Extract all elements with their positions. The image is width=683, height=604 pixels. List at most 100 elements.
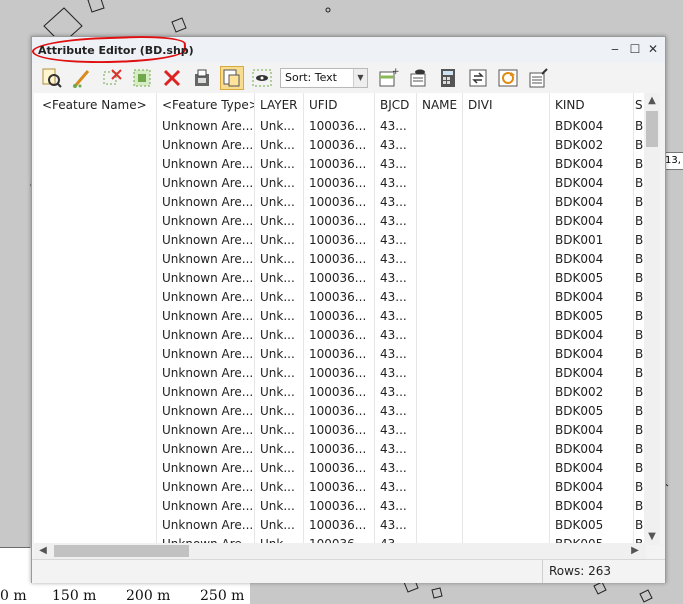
cell-feature-type[interactable]: Unknown Are...: [156, 402, 254, 421]
column-header-feature-name[interactable]: <Feature Name>: [36, 93, 156, 117]
cell-bjcd[interactable]: 43...: [374, 402, 416, 421]
cell-name[interactable]: [416, 516, 462, 535]
cell-layer[interactable]: Unk...: [254, 516, 303, 535]
cell-feature-type[interactable]: Unknown Are...: [156, 516, 254, 535]
cell-bjcd[interactable]: 43...: [374, 497, 416, 516]
cell-ufid[interactable]: 100036...: [303, 440, 374, 459]
table-row[interactable]: Unknown Are... Unk... 100036... 43... BDK004…: [34, 155, 660, 174]
cell-ufid[interactable]: 100036...: [303, 269, 374, 288]
cell-feature-name[interactable]: [36, 440, 156, 459]
cell-feature-type[interactable]: Unknown Are...: [156, 421, 254, 440]
cell-bjcd[interactable]: 43...: [374, 250, 416, 269]
cell-layer[interactable]: Unk...: [254, 193, 303, 212]
cell-divi[interactable]: [462, 288, 549, 307]
table-row[interactable]: Unknown Are... Unk... 100036... 43... BDK005…: [34, 516, 660, 535]
cell-ufid[interactable]: 100036...: [303, 364, 374, 383]
cell-kind[interactable]: BDK004: [549, 459, 633, 478]
table-row[interactable]: Unknown Are... Unk... 100036... 43... BDK002…: [34, 383, 660, 402]
cell-ufid[interactable]: 100036...: [303, 155, 374, 174]
scroll-down-icon[interactable]: ▼: [645, 529, 659, 545]
cell-kind[interactable]: BDK002: [549, 383, 633, 402]
cell-feature-type[interactable]: Unknown Are...: [156, 269, 254, 288]
column-header-name[interactable]: NAME: [416, 93, 462, 117]
cell-feature-name[interactable]: [36, 307, 156, 326]
table-row[interactable]: Unknown Are... Unk... 100036... 43... BDK004…: [34, 326, 660, 345]
column-header-kind[interactable]: KIND: [549, 93, 633, 117]
cell-feature-type[interactable]: Unknown Are...: [156, 212, 254, 231]
cell-name[interactable]: [416, 459, 462, 478]
cell-name[interactable]: [416, 440, 462, 459]
cell-layer[interactable]: Unk...: [254, 288, 303, 307]
cell-bjcd[interactable]: 43...: [374, 231, 416, 250]
cell-feature-type[interactable]: Unknown Are...: [156, 307, 254, 326]
cell-feature-type[interactable]: Unknown Are...: [156, 383, 254, 402]
table-row[interactable]: Unknown Are... Unk... 100036... 43... BDK004…: [34, 288, 660, 307]
cell-divi[interactable]: [462, 383, 549, 402]
cell-layer[interactable]: Unk...: [254, 459, 303, 478]
paste-icon[interactable]: [220, 66, 244, 90]
cell-feature-name[interactable]: [36, 174, 156, 193]
cell-kind[interactable]: BDK004: [549, 497, 633, 516]
cell-ufid[interactable]: 100036...: [303, 497, 374, 516]
clear-selection-icon[interactable]: [100, 66, 124, 90]
column-header-ufid[interactable]: UFID: [303, 93, 374, 117]
cell-feature-type[interactable]: Unknown Are...: [156, 478, 254, 497]
cell-bjcd[interactable]: 43...: [374, 269, 416, 288]
cell-kind[interactable]: BDK004: [549, 193, 633, 212]
cell-divi[interactable]: [462, 212, 549, 231]
cell-feature-name[interactable]: [36, 497, 156, 516]
table-row[interactable]: Unknown Are... Unk... 100036... 43... BDK004…: [34, 117, 660, 136]
table-row[interactable]: Unknown Are... Unk... 100036... 43... BDK005…: [34, 307, 660, 326]
sort-dropdown[interactable]: Sort: Text ▼: [280, 68, 368, 88]
cell-ufid[interactable]: 100036...: [303, 288, 374, 307]
cell-feature-name[interactable]: [36, 250, 156, 269]
cell-bjcd[interactable]: 43...: [374, 326, 416, 345]
table-row[interactable]: Unknown Are... Unk... 100036... 43... BDK001…: [34, 231, 660, 250]
cell-feature-name[interactable]: [36, 383, 156, 402]
cell-feature-name[interactable]: [36, 117, 156, 136]
table-row[interactable]: Unknown Are... Unk... 100036... 43... BDK002…: [34, 136, 660, 155]
cell-kind[interactable]: BDK005: [549, 516, 633, 535]
cell-feature-name[interactable]: [36, 516, 156, 535]
table-row[interactable]: Unknown Are... Unk... 100036... 43... BDK004…: [34, 174, 660, 193]
cell-feature-name[interactable]: [36, 345, 156, 364]
table-row[interactable]: Unknown Are... Unk... 100036... 43... BDK005…: [34, 269, 660, 288]
cell-bjcd[interactable]: 43...: [374, 516, 416, 535]
cell-bjcd[interactable]: 43...: [374, 174, 416, 193]
cell-feature-name[interactable]: [36, 478, 156, 497]
cell-layer[interactable]: Unk...: [254, 155, 303, 174]
cell-bjcd[interactable]: 43...: [374, 440, 416, 459]
cell-ufid[interactable]: 100036...: [303, 345, 374, 364]
table-row[interactable]: Unknown Are... Unk... 100036... 43... BDK004…: [34, 440, 660, 459]
cell-bjcd[interactable]: 43...: [374, 383, 416, 402]
cell-kind[interactable]: BDK001: [549, 231, 633, 250]
cell-layer[interactable]: Unk...: [254, 345, 303, 364]
cell-feature-type[interactable]: Unknown Are...: [156, 497, 254, 516]
cell-ufid[interactable]: 100036...: [303, 212, 374, 231]
cell-layer[interactable]: Unk...: [254, 212, 303, 231]
cell-bjcd[interactable]: 43...: [374, 136, 416, 155]
cell-divi[interactable]: [462, 117, 549, 136]
cell-bjcd[interactable]: 43...: [374, 345, 416, 364]
cell-feature-name[interactable]: [36, 421, 156, 440]
cell-ufid[interactable]: 100036...: [303, 459, 374, 478]
cell-name[interactable]: [416, 136, 462, 155]
cell-kind[interactable]: BDK005: [549, 269, 633, 288]
cell-divi[interactable]: [462, 516, 549, 535]
cell-name[interactable]: [416, 478, 462, 497]
cell-name[interactable]: [416, 231, 462, 250]
cell-bjcd[interactable]: 43...: [374, 212, 416, 231]
add-field-icon[interactable]: +: [376, 66, 400, 90]
select-all-icon[interactable]: [130, 66, 154, 90]
cell-kind[interactable]: BDK002: [549, 136, 633, 155]
cell-ufid[interactable]: 100036...: [303, 516, 374, 535]
cell-divi[interactable]: [462, 136, 549, 155]
cell-divi[interactable]: [462, 364, 549, 383]
cell-feature-type[interactable]: Unknown Are...: [156, 440, 254, 459]
cell-feature-type[interactable]: Unknown Are...: [156, 174, 254, 193]
cell-name[interactable]: [416, 326, 462, 345]
cell-name[interactable]: [416, 117, 462, 136]
cell-divi[interactable]: [462, 459, 549, 478]
cell-kind[interactable]: BDK004: [549, 364, 633, 383]
cell-bjcd[interactable]: 43...: [374, 155, 416, 174]
